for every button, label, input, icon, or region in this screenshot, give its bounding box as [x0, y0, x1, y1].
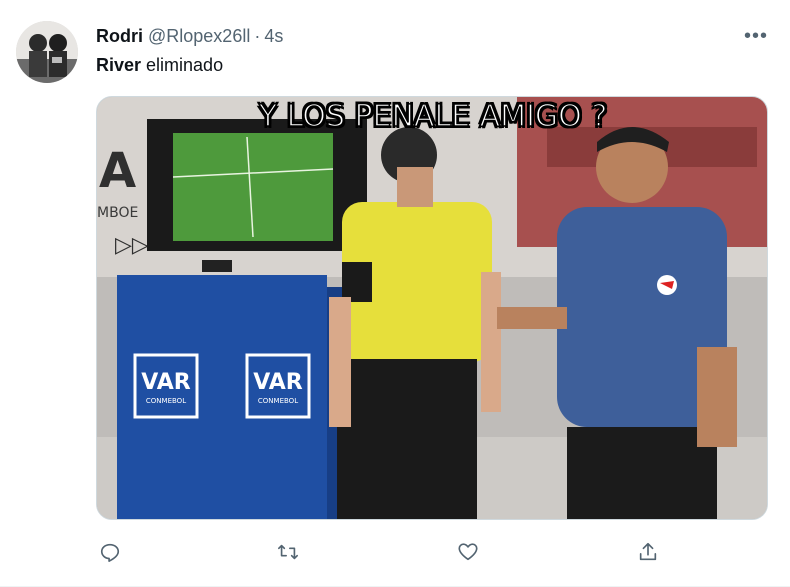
retweet-icon: [278, 544, 298, 560]
svg-text:MBOE: MBOE: [97, 205, 138, 221]
reply-icon: [100, 543, 120, 562]
svg-text:A: A: [99, 143, 136, 199]
tweet-text: River eliminado: [96, 53, 223, 77]
meme-image: A MBOE ▷▷ VAR CONMEBOL VAR CONMEBOL: [97, 97, 767, 519]
tweet[interactable]: Rodri @Rlopex26ll · 4s ••• River elimina…: [0, 0, 790, 587]
timestamp[interactable]: 4s: [264, 26, 283, 47]
author-handle[interactable]: @Rlopex26ll: [148, 26, 250, 47]
share-button[interactable]: [634, 538, 662, 566]
tweet-media-image[interactable]: A MBOE ▷▷ VAR CONMEBOL VAR CONMEBOL Y LO…: [96, 96, 768, 520]
more-options-icon[interactable]: •••: [744, 26, 768, 46]
share-icon: [639, 542, 657, 561]
tweet-header: Rodri @Rlopex26ll · 4s: [96, 24, 283, 48]
tweet-actions: [96, 538, 696, 566]
separator-dot: ·: [254, 25, 261, 46]
svg-text:▷▷: ▷▷: [115, 233, 149, 258]
reply-button[interactable]: [96, 538, 124, 566]
avatar[interactable]: [16, 21, 78, 83]
var-logo-2: VAR: [253, 370, 303, 395]
tweet-text-bold: River: [96, 55, 142, 75]
tweet-text-rest: eliminado: [141, 55, 224, 75]
meme-caption: Y LOS PENALE AMIGO ?: [258, 98, 608, 135]
var-logo-2-sub: CONMEBOL: [258, 397, 298, 405]
var-logo-1-sub: CONMEBOL: [146, 397, 186, 405]
heart-icon: [458, 543, 478, 561]
var-logo-1: VAR: [141, 370, 191, 395]
like-button[interactable]: [454, 538, 482, 566]
author-name[interactable]: Rodri: [96, 26, 143, 47]
retweet-button[interactable]: [274, 538, 302, 566]
